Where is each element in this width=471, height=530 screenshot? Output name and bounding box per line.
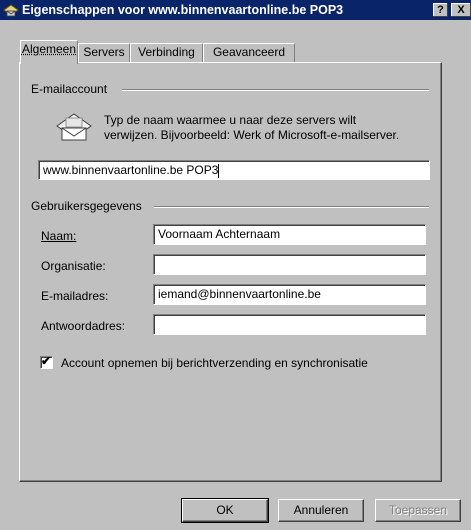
email-input[interactable]: iemand@binnenvaartonline.be: [153, 284, 426, 305]
account-name-input[interactable]: www.binnenvaartonline.be POP3: [38, 160, 430, 180]
reply-address-label: Antwoordadres:: [41, 319, 126, 333]
divider: [154, 206, 429, 208]
tab-geavanceerd[interactable]: Geavanceerd: [203, 43, 295, 62]
sync-checkbox-label[interactable]: Account opnemen bij berichtverzending en…: [61, 356, 368, 370]
ok-label: OK: [216, 503, 234, 517]
tab-label: Geavanceerd: [212, 45, 286, 59]
account-description-line1: Typ de naam waarmee u naar deze servers …: [104, 113, 357, 127]
envelope-icon: [56, 113, 92, 141]
cancel-label: Annuleren: [293, 503, 349, 517]
apply-button[interactable]: Toepassen: [375, 499, 461, 522]
tab-algemeen[interactable]: Algemeen: [20, 40, 78, 64]
organization-input[interactable]: [153, 254, 426, 275]
apply-label: Toepassen: [388, 503, 448, 517]
reply-address-input[interactable]: [153, 314, 426, 335]
tab-servers[interactable]: Servers: [78, 43, 130, 62]
group-label-email-account: E-mailaccount: [31, 82, 108, 96]
checkmark-icon: ✔: [41, 354, 52, 368]
mail-account-icon: [3, 4, 19, 17]
properties-dialog: Eigenschappen voor www.binnenvaartonline…: [0, 0, 471, 530]
tab-label: Servers: [83, 45, 125, 59]
email-value: iemand@binnenvaartonline.be: [158, 287, 321, 301]
name-label: Naam:: [41, 229, 77, 243]
account-description-line2: verwijzen. Bijvoorbeeld: Werk of Microso…: [104, 128, 400, 142]
title-bar[interactable]: Eigenschappen voor www.binnenvaartonline…: [0, 0, 471, 20]
tab-verbinding[interactable]: Verbinding: [130, 43, 203, 62]
window-title: Eigenschappen voor www.binnenvaartonline…: [22, 3, 344, 17]
name-value: Voornaam Achternaam: [158, 227, 281, 241]
tab-label: Verbinding: [138, 45, 195, 59]
text-caret: [218, 163, 220, 178]
account-name-value: www.binnenvaartonline.be POP3: [43, 163, 219, 177]
ok-button[interactable]: OK: [181, 498, 269, 523]
tab-label: Algemeen: [21, 42, 77, 56]
help-button[interactable]: ?: [433, 3, 448, 17]
name-input[interactable]: Voornaam Achternaam: [153, 224, 426, 245]
group-label-user-info: Gebruikersgegevens: [31, 199, 142, 213]
email-label: E-mailadres:: [41, 289, 109, 303]
organization-label: Organisatie:: [41, 259, 106, 273]
sync-checkbox[interactable]: ✔: [40, 354, 53, 369]
divider: [122, 89, 429, 91]
close-button[interactable]: X: [451, 3, 471, 17]
cancel-button[interactable]: Annuleren: [278, 499, 364, 522]
